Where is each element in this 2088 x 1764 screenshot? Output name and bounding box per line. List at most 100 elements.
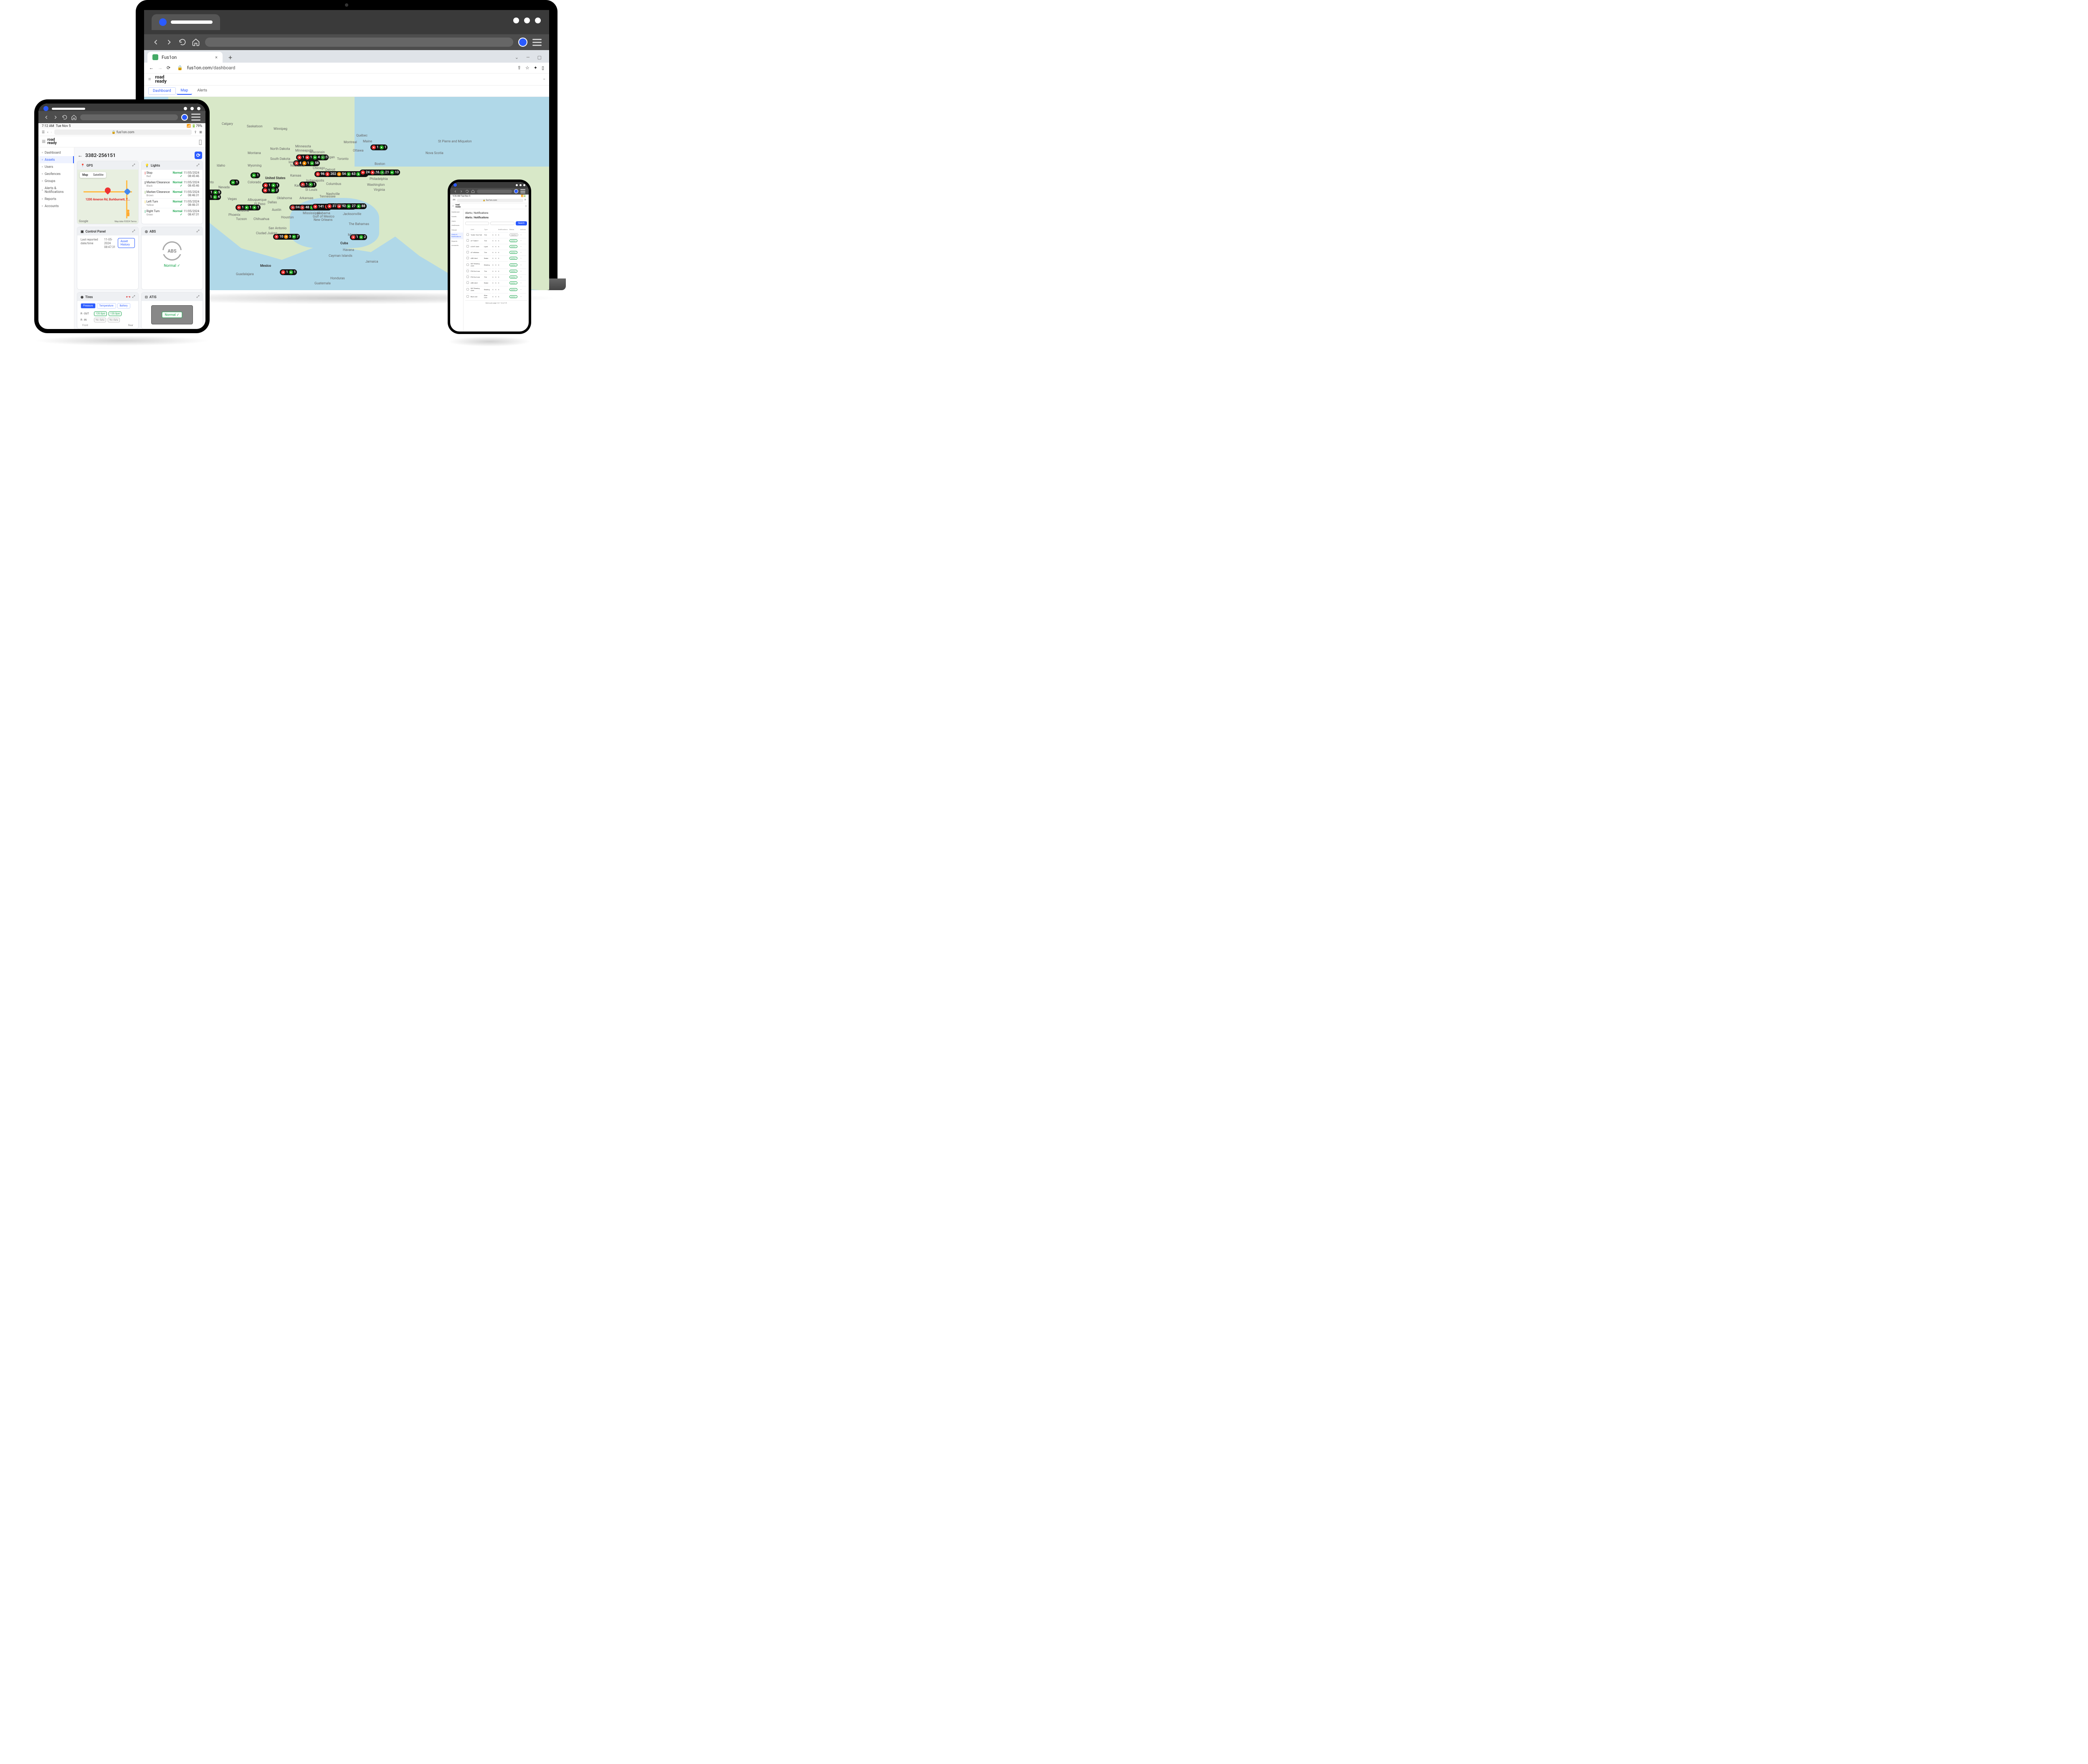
table-row[interactable]: ABS AlertBrake∨∨∨Active⋯ [466, 280, 526, 285]
menu-icon[interactable] [520, 189, 525, 193]
profile-avatar[interactable] [518, 38, 527, 47]
expand-icon[interactable]: ⤢ [197, 229, 199, 233]
row-checkbox[interactable] [466, 239, 469, 242]
reload-icon[interactable] [178, 38, 187, 46]
table-header[interactable] [495, 228, 497, 231]
reload-icon[interactable]: ⟳ [525, 199, 526, 202]
table-row[interactable]: LIGHT AlertLight∨∨∨Active⋯ [466, 244, 526, 249]
sidebar-item[interactable]: ▫ Dashboard [38, 149, 74, 156]
tabs-icon[interactable]: ⊞ [199, 130, 202, 134]
row-checkbox[interactable] [466, 270, 469, 272]
search-button[interactable]: Search [516, 221, 527, 225]
map-cluster[interactable]: ●1 [230, 180, 239, 185]
table-pager[interactable]: Items per page 14 1-14 of 15 [465, 300, 527, 305]
address-bar[interactable] [80, 114, 178, 120]
sidebar-item[interactable]: ▫ Reports [38, 195, 74, 202]
expand-icon[interactable]: ⤢ [132, 163, 135, 167]
sidebar-item[interactable]: Accounts [450, 243, 463, 248]
browser-tab-active[interactable] [152, 14, 220, 30]
hamburger-icon[interactable]: ≡ [452, 205, 454, 208]
row-checkbox[interactable] [466, 295, 469, 298]
expand-icon[interactable]: ⤢ [132, 229, 135, 233]
table-header[interactable]: Alert [470, 228, 483, 231]
table-row[interactable]: PSI End LowTire∨∨∨Active⋯ [466, 274, 526, 279]
sidebar-item[interactable]: ▫ Groups [38, 177, 74, 185]
panel-toggle-icon[interactable]: ▫ [543, 76, 545, 82]
panel-icon[interactable]: ▯ [542, 65, 544, 71]
map-cluster[interactable]: ●1 [251, 172, 260, 178]
sidebar-item[interactable]: Geofences [450, 223, 463, 228]
map-cluster[interactable]: ●31 ●92 ●27 ●88 [326, 203, 367, 209]
forward-icon[interactable] [165, 38, 173, 46]
home-icon[interactable] [192, 38, 200, 46]
close-tab-icon[interactable]: × [215, 55, 218, 60]
forward-icon[interactable] [459, 190, 463, 193]
hamburger-icon[interactable]: ≡ [148, 76, 151, 82]
minimize-icon[interactable]: — [526, 55, 530, 60]
back-arrow-icon[interactable]: ← [78, 152, 83, 158]
inner-forward-icon[interactable]: → [158, 65, 162, 71]
tire-tab[interactable]: Temperature [97, 303, 116, 309]
sidebar-item[interactable]: Alerts & Notifications [450, 233, 463, 239]
forward-icon[interactable] [53, 114, 58, 120]
extensions-icon[interactable]: ✦ [534, 65, 537, 71]
hamburger-icon[interactable]: ≡ [42, 137, 46, 146]
sidebar-item[interactable]: ▫ Accounts [38, 202, 74, 210]
sidebar-item[interactable]: ▫ Assets [38, 156, 74, 163]
safari-url[interactable]: 🔒 fus1on.com [457, 199, 523, 202]
refresh-button[interactable]: ⟳ [195, 152, 202, 159]
chevron-down-icon[interactable]: ⌄ [515, 55, 519, 60]
expand-icon[interactable]: ⤢ [197, 295, 199, 299]
table-header[interactable] [466, 228, 469, 231]
menu-icon[interactable] [532, 39, 542, 46]
table-row[interactable]: PSI End LowTire∨∨∨Active⋯ [466, 268, 526, 273]
back-icon[interactable]: ‹ [47, 130, 48, 134]
inner-back-icon[interactable]: ← [149, 65, 154, 71]
row-checkbox[interactable] [466, 245, 469, 248]
window-controls[interactable] [513, 18, 541, 23]
inner-tab[interactable]: Fus1on × [147, 52, 223, 63]
table-row[interactable]: ABS AlertBrake∨∨∨Active⋯ [466, 256, 526, 261]
row-checkbox[interactable] [466, 251, 469, 253]
aa-icon[interactable]: AA [453, 199, 456, 202]
sidebar-item[interactable]: Reports [450, 239, 463, 244]
url-text[interactable]: fus1on.com/dashboard [187, 65, 513, 71]
row-checkbox[interactable] [466, 288, 469, 291]
tab-map[interactable]: Map [177, 87, 193, 95]
maximize-icon[interactable]: ▢ [537, 55, 542, 60]
table-header[interactable]: Actions [519, 228, 526, 231]
share-icon[interactable]: ⇧ [194, 130, 197, 134]
table-row[interactable]: SKF Bearing AlertBearing∨∨∨Active⋯ [466, 286, 526, 292]
map-cluster[interactable]: ●1 ●1 [370, 144, 388, 150]
profile-avatar[interactable] [514, 189, 518, 193]
expand-icon[interactable]: ⤢ [197, 163, 199, 167]
brand-logo[interactable]: roadready [456, 204, 461, 208]
back-icon[interactable] [152, 38, 160, 46]
inner-reload-icon[interactable]: ⟳ [167, 65, 170, 71]
new-tab-button[interactable]: + [226, 53, 235, 61]
table-header[interactable]: Status [509, 228, 519, 231]
safari-url[interactable]: 🔒 fus1on.com [54, 129, 192, 135]
reload-icon[interactable] [62, 114, 68, 120]
row-checkbox[interactable] [466, 281, 469, 284]
table-row[interactable]: SKF Bearing AlertBearing∨∨∨Active⋯ [466, 261, 526, 268]
expand-icon[interactable]: ⤢ [132, 295, 135, 299]
sidebar-item[interactable]: ▫ Geofences [38, 170, 74, 177]
back-icon[interactable] [43, 114, 49, 120]
forward-icon[interactable]: › [51, 130, 52, 134]
pegman-icon[interactable] [124, 209, 132, 217]
table-header[interactable]: Type [484, 228, 491, 231]
row-checkbox[interactable] [466, 233, 469, 236]
brand-logo[interactable]: roadready [155, 75, 166, 84]
back-icon[interactable] [454, 190, 457, 193]
menu-icon[interactable] [191, 114, 200, 121]
sidebar-item[interactable]: Dashboard [450, 210, 463, 215]
table-row[interactable]: AF Trailer+Tire∨∨∨Active⋯ [466, 238, 526, 243]
tab-dashboard[interactable]: Dashboard [148, 87, 176, 95]
star-icon[interactable]: ☆ [525, 65, 530, 71]
device-icon[interactable]: ▯ [198, 138, 202, 146]
map-cluster[interactable]: ●1 ●1 [280, 269, 297, 275]
table-header[interactable]: Notifications [498, 228, 508, 231]
row-checkbox[interactable] [466, 257, 469, 259]
sidebar-icon[interactable]: ☰ [42, 130, 45, 134]
